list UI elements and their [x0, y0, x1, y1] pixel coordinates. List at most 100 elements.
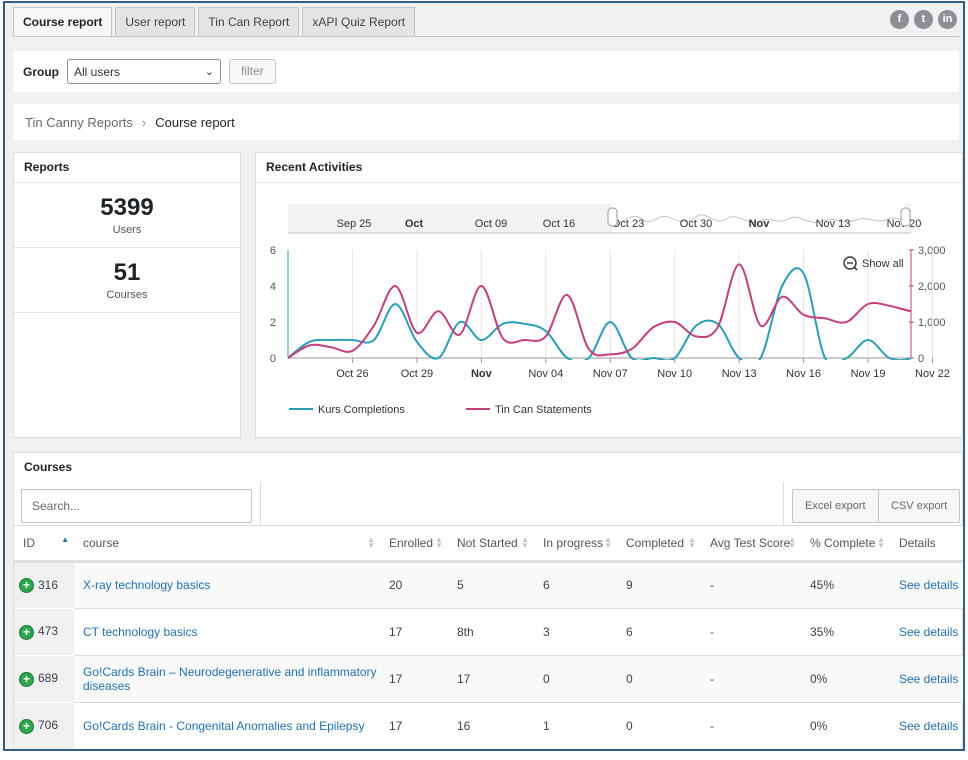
column-header-percent-complete[interactable]: % Complete ▲ ▼	[801, 526, 890, 563]
see-details-link[interactable]: See details	[899, 672, 958, 686]
tab-xapi-quiz-report[interactable]: xAPI Quiz Report	[302, 7, 416, 37]
navigator-handle[interactable]	[900, 207, 911, 227]
breadcrumb: Tin Canny Reports › Course report	[13, 104, 959, 140]
completed-cell: 0	[617, 702, 701, 749]
tabs-divider	[13, 36, 959, 37]
column-header-enrolled[interactable]: Enrolled ▲ ▼	[380, 526, 448, 563]
courses-panel: Courses Search... Excel export CSV expor…	[13, 452, 963, 749]
courses-table: ID ▲ course ▲ ▼ Enrolled ▲ ▼ Not Started ▲ ▼ In…	[14, 526, 963, 749]
x-axis-tick: Nov 13	[722, 368, 757, 380]
see-details-link[interactable]: See details	[899, 625, 958, 639]
show-all-label: Show all	[862, 258, 904, 270]
show-all-button[interactable]: Show all	[843, 256, 904, 271]
course-link[interactable]: Go!Cards Brain - Congenital Anomalies an…	[83, 719, 364, 733]
sort-icon: ▲ ▼	[688, 535, 696, 550]
table-row: +689 Go!Cards Brain – Neurodegenerative a…	[14, 655, 963, 703]
y-axis-left-tick: 4	[270, 281, 276, 293]
tab-course-report[interactable]: Course report	[13, 7, 113, 37]
column-header-course[interactable]: course ▲ ▼	[74, 526, 380, 563]
avg-test-score-cell: -	[701, 655, 801, 703]
not-started-cell: 5	[448, 561, 534, 609]
course-name-cell: CT technology basics	[74, 608, 380, 656]
navigator-label: Sep 25	[337, 218, 372, 230]
column-header-in-progress[interactable]: In progress ▲ ▼	[534, 526, 617, 563]
not-started-cell: 16	[448, 702, 534, 749]
x-axis-tick: Nov 19	[851, 368, 886, 380]
recent-activities-panel: Recent Activities Sep 25 Oct Oct 09 Oct 16 O…	[255, 152, 963, 438]
y-axis-left-tick: 6	[270, 245, 276, 257]
tab-user-report[interactable]: User report	[115, 7, 196, 37]
x-axis-tick: Nov 10	[657, 368, 692, 380]
sort-icon: ▲ ▼	[521, 535, 529, 550]
percent-complete-cell: 0%	[801, 655, 890, 703]
app-frame: Course report User report Tin Can Report…	[3, 1, 965, 751]
course-link[interactable]: CT technology basics	[83, 625, 198, 639]
search-input[interactable]: Search...	[21, 489, 252, 523]
completed-cell: 9	[617, 561, 701, 609]
navigator-label: Oct 30	[680, 218, 712, 230]
column-header-completed[interactable]: Completed ▲ ▼	[617, 526, 701, 563]
report-tabs: Course report User report Tin Can Report…	[13, 7, 416, 37]
legend-item[interactable]: Tin Can Statements	[495, 404, 592, 416]
table-row: +316 X-ray technology basics 20 5 6 9-45% See …	[14, 561, 963, 609]
column-header-avg-test-score[interactable]: Avg Test Score ▲ ▼	[701, 526, 801, 563]
enrolled-cell: 20	[380, 561, 448, 609]
column-header-id[interactable]: ID ▲	[14, 526, 74, 563]
see-details-link[interactable]: See details	[899, 578, 958, 592]
breadcrumb-root[interactable]: Tin Canny Reports	[25, 115, 133, 130]
see-details-link[interactable]: See details	[899, 719, 958, 733]
users-label: Users	[112, 224, 142, 236]
group-select-value: All users	[74, 64, 121, 79]
expand-row-icon[interactable]: +	[20, 672, 33, 686]
group-select[interactable]: All users ⌄	[67, 59, 221, 84]
navigator-handle[interactable]	[607, 207, 618, 227]
courses-stat: 51 Courses	[14, 248, 240, 313]
facebook-icon[interactable]: f	[890, 10, 909, 29]
course-id-cell: +316	[14, 561, 74, 609]
y-axis-right-tick: 2,000	[918, 281, 946, 293]
navigator-label: Oct 16	[543, 218, 575, 230]
course-name-cell: X-ray technology basics	[74, 561, 380, 609]
x-axis-tick: Nov 04	[528, 368, 563, 380]
twitter-icon[interactable]: t	[914, 10, 933, 29]
x-axis-tick: Nov 07	[593, 368, 628, 380]
group-filter-bar: Group All users ⌄ filter	[13, 51, 959, 92]
completed-cell: 0	[617, 655, 701, 703]
toolbar-divider	[260, 482, 261, 526]
zoom-out-icon-handle	[853, 266, 858, 271]
table-row: +473 CT technology basics 17 8th 3 6-35% See d…	[14, 608, 963, 656]
avg-test-score-cell: -	[701, 702, 801, 749]
activity-chart: Sep 25 Oct Oct 09 Oct 16 Oct 23 Oct 30 Nov Nov …	[270, 204, 950, 416]
expand-row-icon[interactable]: +	[20, 579, 33, 593]
y-axis-right-tick: 3,000	[918, 245, 946, 257]
group-label: Group	[23, 64, 59, 79]
sort-asc-icon: ▲	[61, 535, 69, 544]
course-id: 689	[38, 671, 59, 686]
sort-icon: ▲ ▼	[367, 535, 375, 550]
course-link[interactable]: Go!Cards Brain – Neurodegenerative and i…	[83, 665, 376, 693]
sort-icon: ▲ ▼	[435, 535, 443, 550]
navigator-label: Oct 09	[475, 218, 507, 230]
details-cell: See details	[890, 561, 963, 609]
breadcrumb-separator: ›	[141, 114, 147, 130]
excel-export-button[interactable]: Excel export	[792, 489, 879, 523]
course-link[interactable]: X-ray technology basics	[83, 578, 210, 592]
column-header-not-started[interactable]: Not Started ▲ ▼	[448, 526, 534, 563]
legend-item[interactable]: Kurs Completions	[318, 404, 405, 416]
not-started-cell: 8th	[448, 608, 534, 656]
y-axis-right-tick: 0	[918, 353, 924, 365]
expand-row-icon[interactable]: +	[20, 625, 33, 639]
courses-label: Courses	[106, 289, 148, 301]
details-cell: See details	[890, 655, 963, 703]
x-axis-tick: Oct 26	[336, 368, 368, 380]
users-count: 5399	[100, 194, 154, 221]
course-id-cell: +473	[14, 608, 74, 656]
expand-row-icon[interactable]: +	[20, 719, 33, 733]
completed-cell: 6	[617, 608, 701, 656]
linkedin-icon[interactable]: in	[938, 10, 957, 29]
filter-button[interactable]: filter	[229, 59, 276, 84]
sort-icon: ▲ ▼	[788, 535, 796, 550]
csv-export-button[interactable]: CSV export	[878, 489, 961, 523]
sort-icon: ▲ ▼	[877, 535, 885, 550]
tab-tin-can-report[interactable]: Tin Can Report	[198, 7, 300, 37]
